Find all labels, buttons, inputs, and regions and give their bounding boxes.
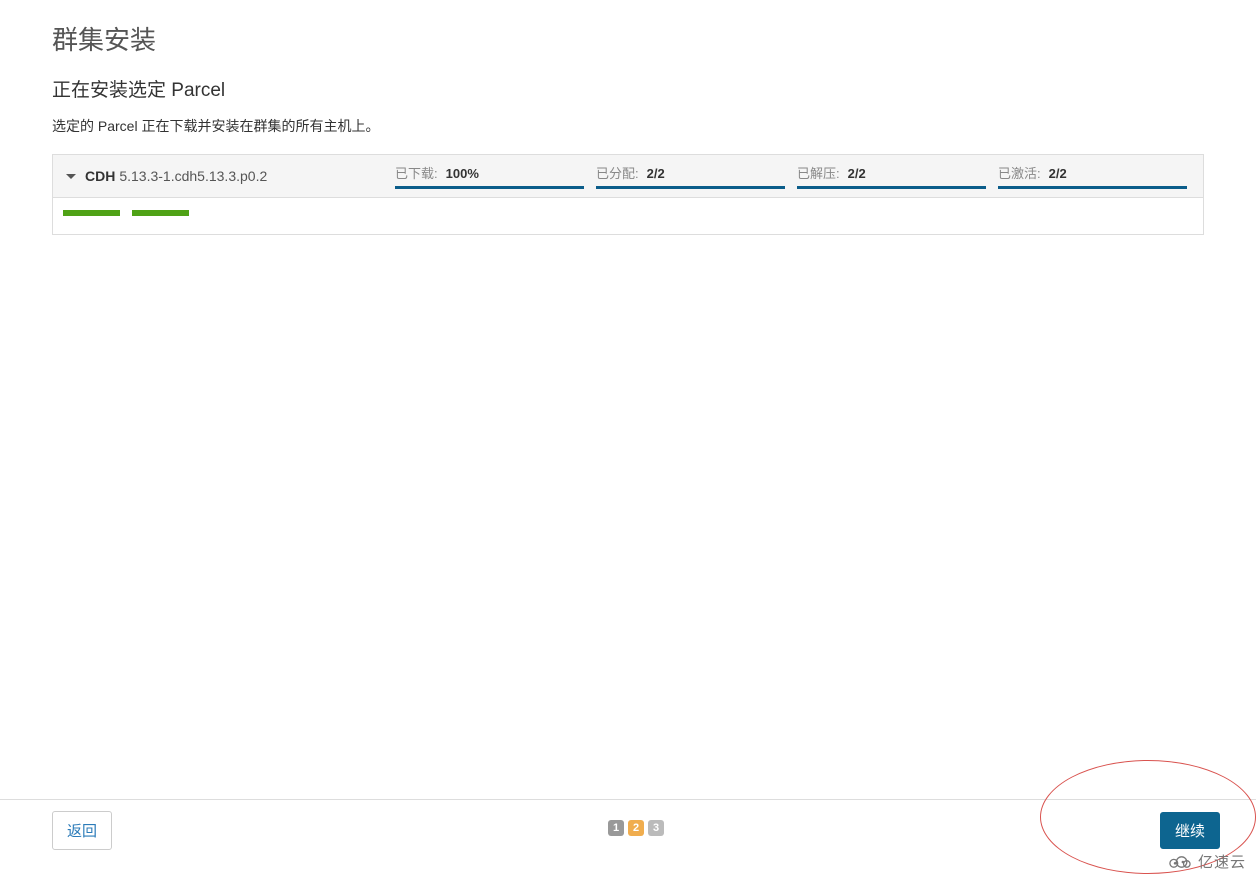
status-distributed-label: 已分配: <box>596 163 639 182</box>
status-activated-label: 已激活: <box>998 163 1041 182</box>
status-activated: 已激活: 2/2 <box>992 163 1193 189</box>
status-activated-value: 2/2 <box>1049 166 1067 181</box>
footer-bar: 返回 1 2 3 继续 <box>0 799 1256 851</box>
continue-button[interactable]: 继续 <box>1160 812 1220 849</box>
page-title: 群集安装 <box>52 20 1204 57</box>
status-downloaded-value: 100% <box>446 166 479 181</box>
progress-bar-activated <box>998 186 1187 189</box>
status-distributed: 已分配: 2/2 <box>590 163 791 189</box>
status-unpacked-label: 已解压: <box>797 163 840 182</box>
status-downloaded-label: 已下载: <box>395 163 438 182</box>
watermark: 亿速云 <box>1166 851 1246 872</box>
chevron-down-icon <box>65 170 77 182</box>
progress-bar-unpacked <box>797 186 986 189</box>
watermark-text: 亿速云 <box>1198 851 1246 872</box>
parcel-body <box>53 198 1203 234</box>
status-unpacked-value: 2/2 <box>848 166 866 181</box>
progress-bar-downloaded <box>395 186 584 189</box>
parcel-header-row[interactable]: CDH 5.13.3-1.cdh5.13.3.p0.2 已下载: 100% 已分… <box>53 155 1203 198</box>
status-unpacked: 已解压: 2/2 <box>791 163 992 189</box>
progress-bar-distributed <box>596 186 785 189</box>
status-distributed-value: 2/2 <box>647 166 665 181</box>
status-downloaded: 已下载: 100% <box>389 163 590 189</box>
parcel-panel: CDH 5.13.3-1.cdh5.13.3.p0.2 已下载: 100% 已分… <box>52 154 1204 235</box>
host-status-block <box>132 210 189 216</box>
description-text: 选定的 Parcel 正在下载并安装在群集的所有主机上。 <box>52 116 1204 136</box>
parcel-name-version: 5.13.3-1.cdh5.13.3.p0.2 <box>119 168 267 184</box>
back-button[interactable]: 返回 <box>52 811 112 850</box>
sub-title: 正在安装选定 Parcel <box>52 75 1204 102</box>
wizard-steps: 1 2 3 <box>608 820 664 836</box>
parcel-name-prefix: CDH <box>85 168 115 184</box>
cloud-icon <box>1166 853 1192 871</box>
host-status-block <box>63 210 120 216</box>
step-2[interactable]: 2 <box>628 820 644 836</box>
step-3[interactable]: 3 <box>648 820 664 836</box>
step-1[interactable]: 1 <box>608 820 624 836</box>
parcel-name-cell[interactable]: CDH 5.13.3-1.cdh5.13.3.p0.2 <box>63 168 389 184</box>
